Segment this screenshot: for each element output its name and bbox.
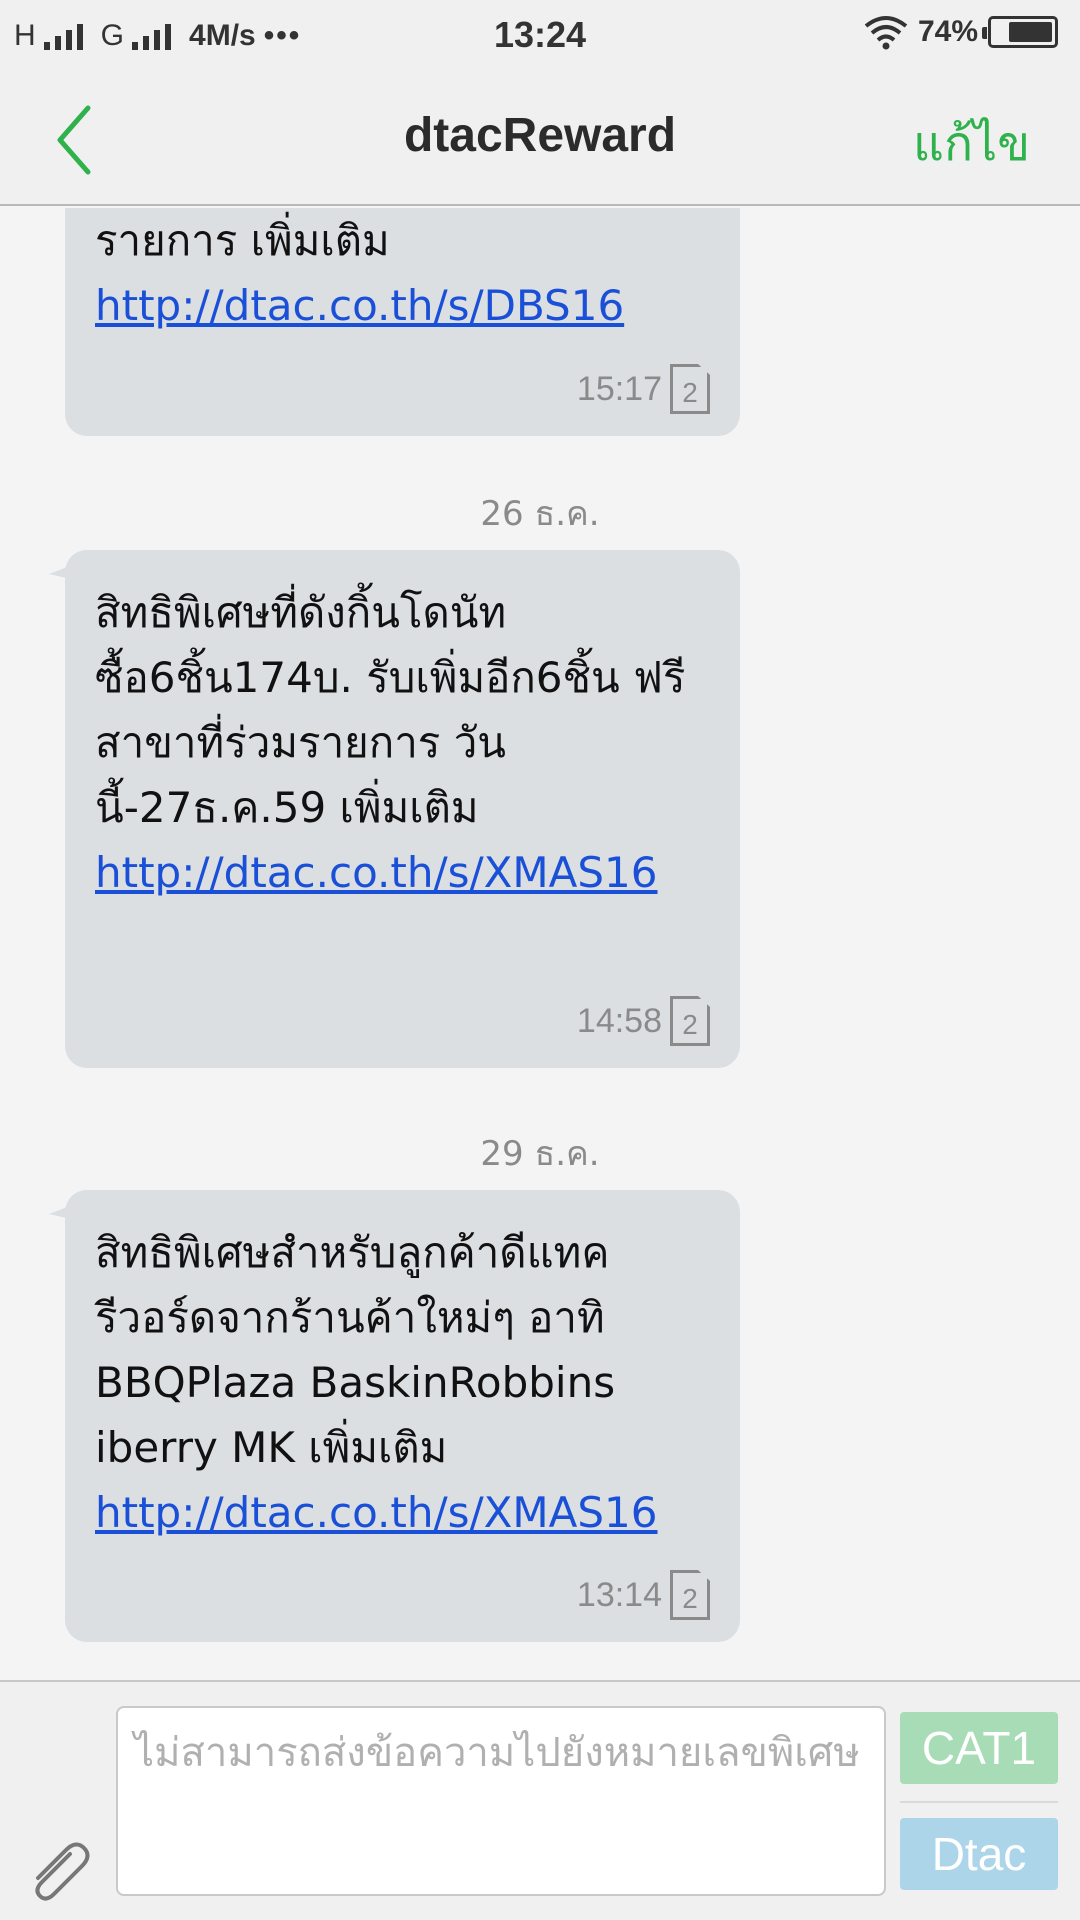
status-right: 74% <box>864 14 1058 50</box>
message-body: สิทธิพิเศษที่ดังกิ้นโดนัท ซื้อ6ชิ้น174บ.… <box>95 588 686 832</box>
message-body: รายการ เพิ่มเติม <box>95 216 390 265</box>
message-bubble[interactable]: รายการ เพิ่มเติม http://dtac.co.th/s/DBS… <box>65 208 740 436</box>
bubble-tail <box>49 564 75 580</box>
date-separator: 29 ธ.ค. <box>480 1134 600 1174</box>
wifi-icon <box>864 16 908 50</box>
message-thread[interactable]: รายการ เพิ่มเติม http://dtac.co.th/s/DBS… <box>0 208 1080 1680</box>
sim-number: 2 <box>682 377 698 408</box>
message-text: สิทธิพิเศษที่ดังกิ้นโดนัท ซื้อ6ชิ้น174บ.… <box>95 580 710 905</box>
paperclip-icon <box>35 1842 90 1901</box>
battery-percent: 74% <box>917 15 978 48</box>
message-meta: 15:17 2 <box>577 364 710 414</box>
edit-button[interactable]: แก้ไข <box>913 106 1030 182</box>
message-meta: 13:14 2 <box>577 1570 710 1620</box>
app-header: dtacReward แก้ไข <box>0 70 1080 206</box>
battery-fill <box>1009 22 1052 42</box>
send-sim1-button[interactable]: CAT1 <box>900 1712 1058 1784</box>
message-time: 13:14 <box>576 1575 662 1614</box>
sim-divider <box>900 1801 1058 1803</box>
message-input[interactable]: ไม่สามารถส่งข้อความไปยังหมายเลขพิเศษ <box>116 1706 886 1896</box>
message-time: 14:58 <box>576 1001 662 1040</box>
message-meta: 14:58 2 <box>577 996 710 1046</box>
sim-card-icon: 2 <box>670 1570 710 1620</box>
sim-card-icon: 2 <box>670 996 710 1046</box>
battery-icon <box>982 16 1058 48</box>
attach-button[interactable] <box>18 1832 98 1912</box>
message-link[interactable]: http://dtac.co.th/s/DBS16 <box>95 281 624 330</box>
date-separator: 26 ธ.ค. <box>480 494 600 534</box>
message-time: 15:17 <box>576 369 662 408</box>
status-bar: H G 4M/s ••• 13:24 74% <box>0 0 1080 70</box>
message-body: สิทธิพิเศษสำหรับลูกค้าดีแทครีวอร์ดจากร้า… <box>95 1228 616 1472</box>
sim-number: 2 <box>682 1009 698 1040</box>
message-text: สิทธิพิเศษสำหรับลูกค้าดีแทครีวอร์ดจากร้า… <box>95 1220 710 1545</box>
message-text: รายการ เพิ่มเติม http://dtac.co.th/s/DBS… <box>95 208 710 338</box>
message-bubble[interactable]: สิทธิพิเศษสำหรับลูกค้าดีแทครีวอร์ดจากร้า… <box>49 1190 740 1642</box>
send-sim2-button[interactable]: Dtac <box>900 1818 1058 1890</box>
message-bubble[interactable]: สิทธิพิเศษที่ดังกิ้นโดนัท ซื้อ6ชิ้น174บ.… <box>49 550 740 1068</box>
sim-number: 2 <box>682 1583 698 1614</box>
message-link[interactable]: http://dtac.co.th/s/XMAS16 <box>95 1488 658 1537</box>
sim-card-icon: 2 <box>670 364 710 414</box>
bubble-tail <box>49 1204 75 1220</box>
message-link[interactable]: http://dtac.co.th/s/XMAS16 <box>95 848 658 897</box>
